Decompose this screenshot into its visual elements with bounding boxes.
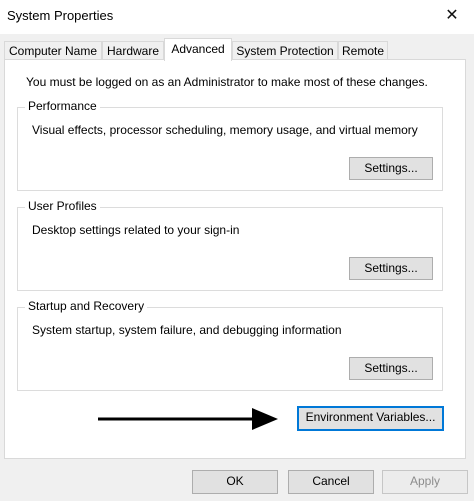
cancel-button[interactable]: Cancel	[288, 470, 374, 494]
startup-recovery-description: System startup, system failure, and debu…	[32, 323, 342, 337]
user-profiles-description: Desktop settings related to your sign-in	[32, 223, 240, 237]
user-profiles-settings-button[interactable]: Settings...	[349, 257, 433, 280]
user-profiles-title: User Profiles	[25, 199, 100, 213]
startup-recovery-group: Startup and Recovery System startup, sys…	[17, 299, 443, 391]
apply-button[interactable]: Apply	[382, 470, 468, 494]
performance-description: Visual effects, processor scheduling, me…	[32, 123, 418, 137]
arrow-icon	[98, 408, 278, 430]
environment-variables-button[interactable]: Environment Variables...	[297, 406, 444, 431]
performance-settings-button[interactable]: Settings...	[349, 157, 433, 180]
window-title: System Properties	[7, 8, 114, 23]
tab-hardware[interactable]: Hardware	[102, 41, 164, 59]
user-profiles-group: User Profiles Desktop settings related t…	[17, 199, 443, 291]
tab-system-protection[interactable]: System Protection	[232, 41, 338, 59]
tab-remote[interactable]: Remote	[338, 41, 388, 59]
startup-recovery-settings-button[interactable]: Settings...	[349, 357, 433, 380]
performance-group: Performance Visual effects, processor sc…	[17, 99, 443, 191]
admin-notice: You must be logged on as an Administrato…	[26, 75, 428, 89]
title-bar: System Properties ✕	[0, 0, 474, 34]
close-icon[interactable]: ✕	[438, 4, 466, 28]
startup-recovery-title: Startup and Recovery	[25, 299, 148, 313]
tab-advanced[interactable]: Advanced	[164, 38, 232, 61]
tab-strip: Computer Name Hardware Advanced System P…	[0, 38, 474, 61]
ok-button[interactable]: OK	[192, 470, 278, 494]
tab-computer-name[interactable]: Computer Name	[4, 41, 102, 59]
performance-title: Performance	[25, 99, 100, 113]
